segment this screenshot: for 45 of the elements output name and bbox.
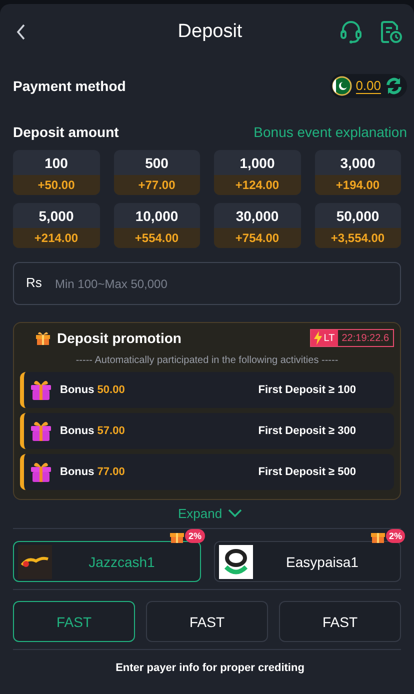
promotion-title: Deposit promotion — [57, 330, 182, 346]
gift-icon — [30, 379, 52, 401]
channel-option[interactable]: FAST — [146, 601, 268, 642]
deposit-condition: First Deposit ≥ 300 — [258, 425, 356, 437]
payment-method-option[interactable]: Jazzcash1 — [13, 541, 200, 582]
channel-option[interactable]: FAST — [13, 601, 135, 642]
payment-method-option[interactable]: Easypaisa1 — [214, 541, 401, 582]
amount-option[interactable]: 5,000 +214.00 — [13, 203, 100, 248]
amount-option[interactable]: 10,000 +554.00 — [114, 203, 200, 248]
refresh-icon[interactable] — [385, 77, 403, 95]
lightning-icon — [314, 331, 322, 345]
wallet-logo-icon — [18, 544, 52, 578]
deposit-condition: First Deposit ≥ 500 — [258, 466, 356, 478]
page-title: Deposit — [178, 21, 242, 43]
flag-icon — [332, 76, 352, 96]
bonus-explanation-link[interactable]: Bonus event explanation — [254, 124, 407, 140]
bonus-text: Bonus 77.00 — [60, 466, 125, 478]
chevron-down-icon — [228, 509, 242, 518]
balance-value: 0.00 — [356, 78, 381, 94]
gift-icon — [30, 461, 52, 483]
amount-option[interactable]: 1,000 +124.00 — [214, 150, 300, 195]
gift-icon — [30, 420, 52, 442]
gift-icon — [35, 330, 51, 346]
expand-button[interactable]: Expand — [178, 506, 242, 521]
amount-option[interactable]: 50,000 +3,554.00 — [314, 203, 401, 248]
section-label: Deposit amount — [13, 124, 119, 140]
channel-option[interactable]: FAST — [279, 601, 401, 642]
amount-option[interactable]: 30,000 +754.00 — [214, 203, 300, 248]
history-icon[interactable] — [380, 20, 402, 44]
payer-info-note: Enter payer info for proper crediting — [114, 662, 306, 674]
section-label: Payment method — [13, 78, 126, 94]
deposit-condition: First Deposit ≥ 100 — [258, 384, 356, 396]
bonus-text: Bonus 50.00 — [60, 384, 125, 396]
bonus-percent: 2% — [185, 529, 204, 543]
headset-icon[interactable] — [340, 20, 362, 44]
promotion-subtitle: ----- Automatically participated in the following activities ----- — [74, 355, 340, 366]
currency-label: Rs — [26, 275, 42, 290]
bonus-percent: 2% — [386, 529, 405, 543]
bonus-text: Bonus 57.00 — [60, 425, 125, 437]
wallet-logo-icon — [218, 544, 252, 578]
timer-value: 22:19:22.6 — [340, 332, 390, 344]
amount-option[interactable]: 3,000 +194.00 — [314, 150, 401, 195]
amount-option[interactable]: 500 +77.00 — [114, 150, 200, 195]
amount-option[interactable]: 100 +50.00 — [13, 150, 100, 195]
back-icon[interactable] — [16, 24, 26, 40]
